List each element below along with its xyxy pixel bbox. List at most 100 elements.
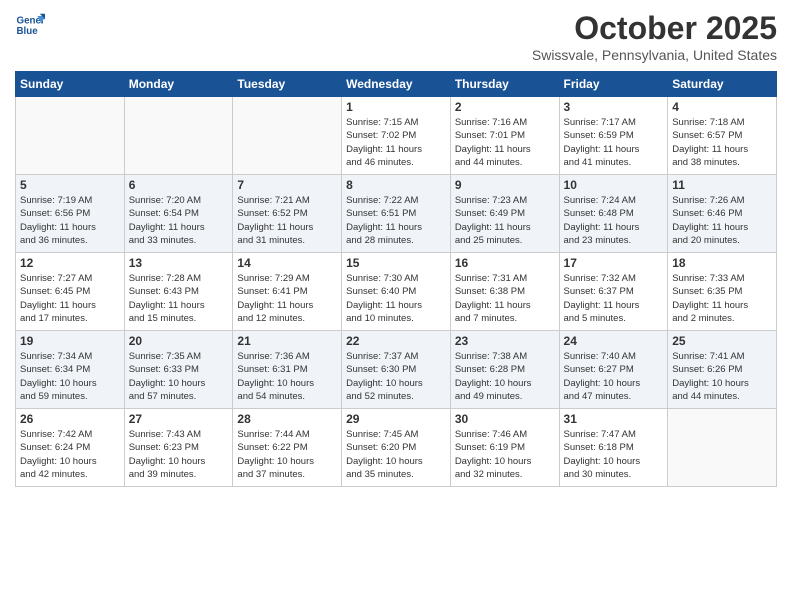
day-number: 6 [129, 178, 229, 192]
col-tuesday: Tuesday [233, 72, 342, 97]
day-number: 19 [20, 334, 120, 348]
day-number: 28 [237, 412, 337, 426]
day-info: Sunrise: 7:19 AM Sunset: 6:56 PM Dayligh… [20, 194, 120, 247]
day-info: Sunrise: 7:29 AM Sunset: 6:41 PM Dayligh… [237, 272, 337, 325]
day-info: Sunrise: 7:36 AM Sunset: 6:31 PM Dayligh… [237, 350, 337, 403]
week-row-2: 12 Sunrise: 7:27 AM Sunset: 6:45 PM Dayli… [16, 253, 777, 331]
day-info: Sunrise: 7:35 AM Sunset: 6:33 PM Dayligh… [129, 350, 229, 403]
day-info: Sunrise: 7:43 AM Sunset: 6:23 PM Dayligh… [129, 428, 229, 481]
day-info: Sunrise: 7:34 AM Sunset: 6:34 PM Dayligh… [20, 350, 120, 403]
day-info: Sunrise: 7:32 AM Sunset: 6:37 PM Dayligh… [564, 272, 664, 325]
day-number: 27 [129, 412, 229, 426]
day-info: Sunrise: 7:30 AM Sunset: 6:40 PM Dayligh… [346, 272, 446, 325]
week-row-4: 26Sunrise: 7:42 AM Sunset: 6:24 PM Dayli… [16, 409, 777, 487]
location: Swissvale, Pennsylvania, United States [532, 47, 777, 63]
cell-w2-d5: 17 Sunrise: 7:32 AM Sunset: 6:37 PM Dayli… [559, 253, 668, 331]
day-info: Sunrise: 7:26 AM Sunset: 6:46 PM Dayligh… [672, 194, 772, 247]
day-number: 24 [564, 334, 664, 348]
cell-w3-d2: 21 Sunrise: 7:36 AM Sunset: 6:31 PM Dayli… [233, 331, 342, 409]
cell-w1-d4: 9 Sunrise: 7:23 AM Sunset: 6:49 PM Daylig… [450, 175, 559, 253]
day-info: Sunrise: 7:21 AM Sunset: 6:52 PM Dayligh… [237, 194, 337, 247]
calendar: Sunday Monday Tuesday Wednesday Thursday… [15, 71, 777, 487]
day-number: 31 [564, 412, 664, 426]
cell-w3-d4: 23Sunrise: 7:38 AM Sunset: 6:28 PM Dayli… [450, 331, 559, 409]
week-row-3: 19 Sunrise: 7:34 AM Sunset: 6:34 PM Dayli… [16, 331, 777, 409]
day-number: 14 [237, 256, 337, 270]
cell-w3-d3: 22 Sunrise: 7:37 AM Sunset: 6:30 PM Dayli… [342, 331, 451, 409]
cell-w2-d3: 15 Sunrise: 7:30 AM Sunset: 6:40 PM Dayli… [342, 253, 451, 331]
cell-w2-d2: 14 Sunrise: 7:29 AM Sunset: 6:41 PM Dayli… [233, 253, 342, 331]
cell-w0-d6: 4 Sunrise: 7:18 AM Sunset: 6:57 PM Daylig… [668, 97, 777, 175]
cell-w4-d0: 26Sunrise: 7:42 AM Sunset: 6:24 PM Dayli… [16, 409, 125, 487]
calendar-header-row: Sunday Monday Tuesday Wednesday Thursday… [16, 72, 777, 97]
day-number: 16 [455, 256, 555, 270]
cell-w0-d1 [124, 97, 233, 175]
col-sunday: Sunday [16, 72, 125, 97]
cell-w3-d6: 25 Sunrise: 7:41 AM Sunset: 6:26 PM Dayli… [668, 331, 777, 409]
cell-w1-d1: 6 Sunrise: 7:20 AM Sunset: 6:54 PM Daylig… [124, 175, 233, 253]
cell-w3-d5: 24 Sunrise: 7:40 AM Sunset: 6:27 PM Dayli… [559, 331, 668, 409]
day-number: 29 [346, 412, 446, 426]
day-number: 2 [455, 100, 555, 114]
month-title: October 2025 [532, 10, 777, 47]
day-info: Sunrise: 7:15 AM Sunset: 7:02 PM Dayligh… [346, 116, 446, 169]
week-row-0: 1 Sunrise: 7:15 AM Sunset: 7:02 PM Daylig… [16, 97, 777, 175]
week-row-1: 5 Sunrise: 7:19 AM Sunset: 6:56 PM Daylig… [16, 175, 777, 253]
day-number: 3 [564, 100, 664, 114]
day-number: 18 [672, 256, 772, 270]
cell-w2-d4: 16Sunrise: 7:31 AM Sunset: 6:38 PM Dayli… [450, 253, 559, 331]
day-number: 13 [129, 256, 229, 270]
cell-w0-d5: 3Sunrise: 7:17 AM Sunset: 6:59 PM Daylig… [559, 97, 668, 175]
day-number: 22 [346, 334, 446, 348]
cell-w4-d1: 27 Sunrise: 7:43 AM Sunset: 6:23 PM Dayli… [124, 409, 233, 487]
day-info: Sunrise: 7:18 AM Sunset: 6:57 PM Dayligh… [672, 116, 772, 169]
col-saturday: Saturday [668, 72, 777, 97]
day-number: 30 [455, 412, 555, 426]
day-number: 17 [564, 256, 664, 270]
day-number: 4 [672, 100, 772, 114]
header: General Blue October 2025 Swissvale, Pen… [15, 10, 777, 63]
day-info: Sunrise: 7:24 AM Sunset: 6:48 PM Dayligh… [564, 194, 664, 247]
day-info: Sunrise: 7:16 AM Sunset: 7:01 PM Dayligh… [455, 116, 555, 169]
day-info: Sunrise: 7:27 AM Sunset: 6:45 PM Dayligh… [20, 272, 120, 325]
page: General Blue October 2025 Swissvale, Pen… [0, 0, 792, 612]
day-number: 9 [455, 178, 555, 192]
day-info: Sunrise: 7:37 AM Sunset: 6:30 PM Dayligh… [346, 350, 446, 403]
day-info: Sunrise: 7:44 AM Sunset: 6:22 PM Dayligh… [237, 428, 337, 481]
day-number: 25 [672, 334, 772, 348]
cell-w1-d0: 5 Sunrise: 7:19 AM Sunset: 6:56 PM Daylig… [16, 175, 125, 253]
day-number: 11 [672, 178, 772, 192]
cell-w4-d2: 28 Sunrise: 7:44 AM Sunset: 6:22 PM Dayli… [233, 409, 342, 487]
day-info: Sunrise: 7:40 AM Sunset: 6:27 PM Dayligh… [564, 350, 664, 403]
cell-w2-d6: 18 Sunrise: 7:33 AM Sunset: 6:35 PM Dayli… [668, 253, 777, 331]
cell-w0-d3: 1 Sunrise: 7:15 AM Sunset: 7:02 PM Daylig… [342, 97, 451, 175]
col-friday: Friday [559, 72, 668, 97]
day-info: Sunrise: 7:23 AM Sunset: 6:49 PM Dayligh… [455, 194, 555, 247]
title-area: October 2025 Swissvale, Pennsylvania, Un… [532, 10, 777, 63]
day-info: Sunrise: 7:46 AM Sunset: 6:19 PM Dayligh… [455, 428, 555, 481]
day-info: Sunrise: 7:41 AM Sunset: 6:26 PM Dayligh… [672, 350, 772, 403]
day-info: Sunrise: 7:33 AM Sunset: 6:35 PM Dayligh… [672, 272, 772, 325]
day-number: 20 [129, 334, 229, 348]
cell-w1-d5: 10Sunrise: 7:24 AM Sunset: 6:48 PM Dayli… [559, 175, 668, 253]
cell-w3-d0: 19 Sunrise: 7:34 AM Sunset: 6:34 PM Dayli… [16, 331, 125, 409]
cell-w4-d5: 31Sunrise: 7:47 AM Sunset: 6:18 PM Dayli… [559, 409, 668, 487]
day-number: 21 [237, 334, 337, 348]
day-number: 15 [346, 256, 446, 270]
col-thursday: Thursday [450, 72, 559, 97]
day-info: Sunrise: 7:28 AM Sunset: 6:43 PM Dayligh… [129, 272, 229, 325]
cell-w1-d6: 11 Sunrise: 7:26 AM Sunset: 6:46 PM Dayli… [668, 175, 777, 253]
logo-icon: General Blue [15, 10, 45, 40]
day-info: Sunrise: 7:45 AM Sunset: 6:20 PM Dayligh… [346, 428, 446, 481]
cell-w2-d0: 12 Sunrise: 7:27 AM Sunset: 6:45 PM Dayli… [16, 253, 125, 331]
day-number: 12 [20, 256, 120, 270]
day-number: 26 [20, 412, 120, 426]
day-info: Sunrise: 7:38 AM Sunset: 6:28 PM Dayligh… [455, 350, 555, 403]
cell-w0-d0 [16, 97, 125, 175]
day-number: 1 [346, 100, 446, 114]
cell-w4-d4: 30 Sunrise: 7:46 AM Sunset: 6:19 PM Dayli… [450, 409, 559, 487]
svg-text:Blue: Blue [17, 26, 39, 37]
day-number: 5 [20, 178, 120, 192]
day-info: Sunrise: 7:20 AM Sunset: 6:54 PM Dayligh… [129, 194, 229, 247]
col-wednesday: Wednesday [342, 72, 451, 97]
